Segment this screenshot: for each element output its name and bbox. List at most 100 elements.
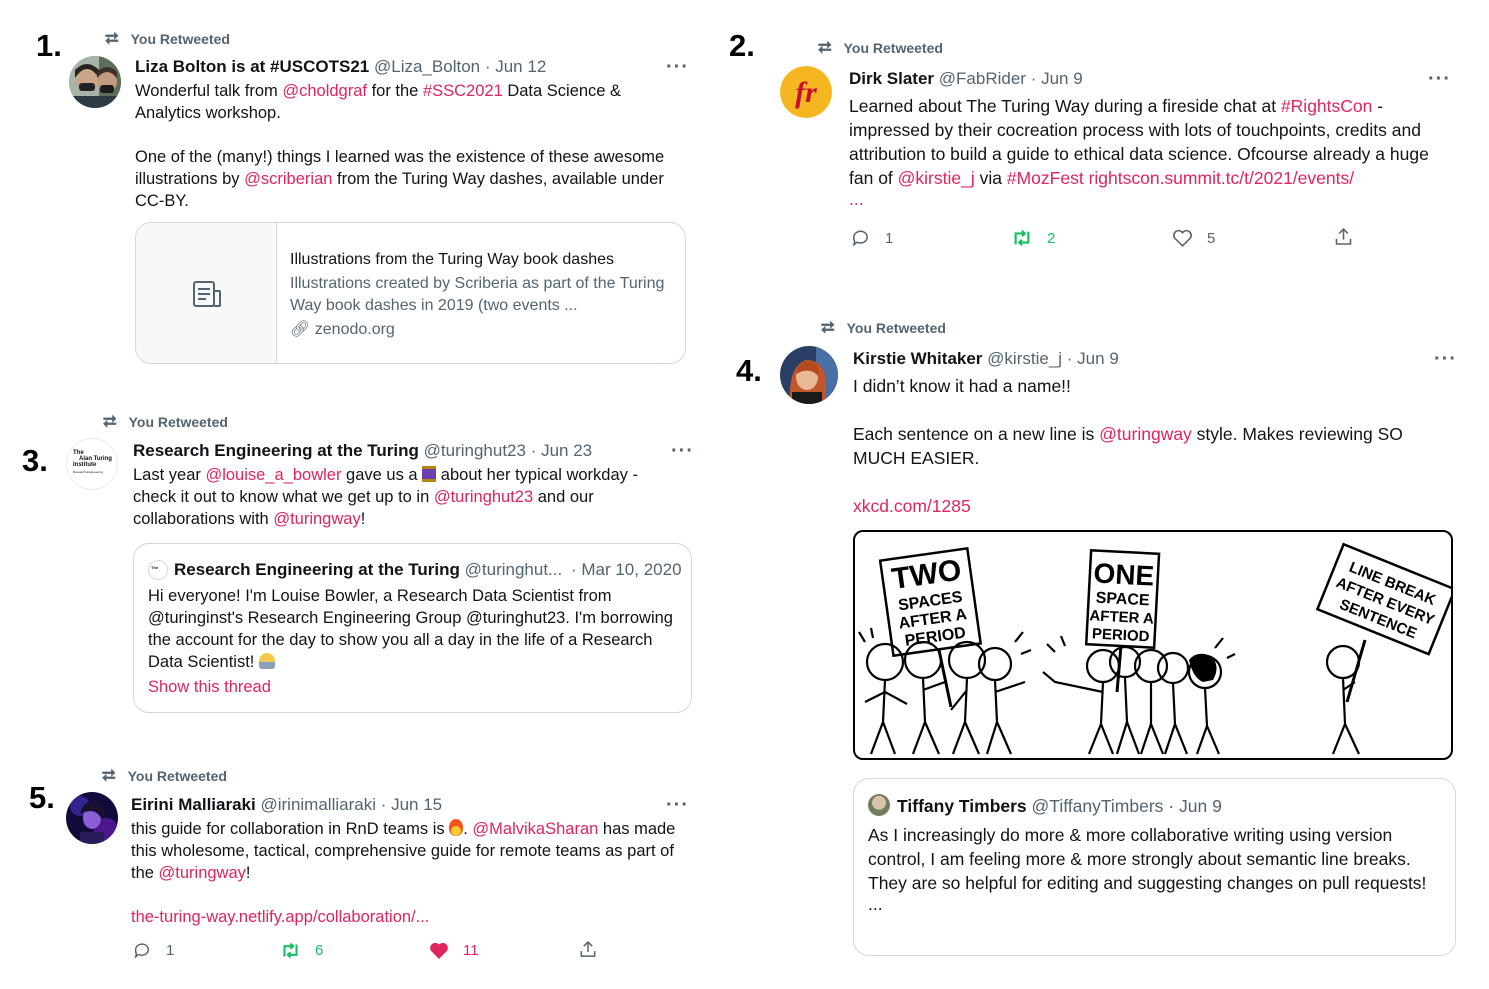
retweet-button[interactable]: 6 [280, 941, 323, 960]
more-options-icon[interactable]: ··· [1428, 68, 1451, 91]
author-name[interactable]: Eirini Malliaraki [131, 795, 256, 814]
technologist-emoji-icon [258, 653, 275, 669]
tweet-number-3: 3. [22, 443, 48, 478]
retweet-icon [283, 942, 298, 959]
comic-image[interactable]: TWO SPACES AFTER A PERIOD ONE SPACE AFTE… [853, 530, 1453, 760]
tweet-text: Last year @louise_a_bowler gave us a abo… [133, 466, 638, 528]
link-card[interactable]: Illustrations from the Turing Way book d… [135, 222, 686, 364]
mention-link[interactable]: @choldgraf [282, 82, 367, 100]
quoted-author-name: Research Engineering at the Turing [174, 560, 460, 579]
avatar-logo: fr [780, 66, 832, 118]
mention-link[interactable]: @scriberian [244, 170, 332, 188]
quoted-header: Research Engineering at the Turing @turi… [174, 560, 682, 580]
quoted-header: Tiffany Timbers @TiffanyTimbers · Jun 9 [897, 796, 1222, 817]
quoted-tweet[interactable]: The Research Engineering at the Turing @… [133, 543, 692, 713]
author-name[interactable]: Dirk Slater [849, 69, 934, 88]
author-handle[interactable]: @Liza_Bolton [374, 57, 480, 76]
author-name[interactable]: Research Engineering at the Turing [133, 441, 419, 460]
author-handle[interactable]: @turinghut23 [424, 441, 526, 460]
reply-count: 1 [166, 942, 175, 959]
like-count: 5 [1207, 229, 1216, 247]
tweet-text: Learned about The Turing Way during a fi… [849, 94, 1454, 208]
author-handle[interactable]: @irinimalliaraki [260, 795, 376, 814]
retweet-context-label: You Retweeted [130, 31, 230, 47]
author-name[interactable]: Kirstie Whitaker [853, 349, 982, 368]
reply-count: 1 [885, 229, 894, 247]
show-thread-link[interactable]: Show this thread [148, 678, 271, 697]
reply-button[interactable]: 1 [132, 941, 174, 960]
avatar-photo [780, 346, 838, 404]
link-card-content: Illustrations from the Turing Way book d… [290, 249, 678, 341]
quoted-date: · Jun 9 [1168, 796, 1222, 816]
share-icon [580, 940, 596, 957]
retweet-context: ⮂ You Retweeted [821, 318, 946, 338]
hashtag-link[interactable]: #MozFest [1007, 168, 1084, 188]
more-options-icon[interactable]: ··· [671, 440, 694, 463]
xkcd-comic: TWO SPACES AFTER A PERIOD ONE SPACE AFTE… [858, 542, 1451, 755]
like-button[interactable]: 11 [429, 941, 479, 960]
quoted-author-name: Tiffany Timbers [897, 796, 1027, 816]
mention-link[interactable]: @turinghut23 [434, 488, 533, 506]
more-options-icon[interactable]: ··· [666, 56, 689, 79]
retweet-context: ⮂ You Retweeted [818, 38, 943, 58]
svg-text:fr: fr [795, 76, 817, 109]
url-link[interactable]: rightscon.summit.tc/t/2021/events/ [1089, 168, 1355, 188]
retweet-context-label: You Retweeted [127, 768, 227, 784]
share-button[interactable] [578, 939, 612, 960]
avatar[interactable] [780, 346, 838, 404]
tweet-text: I didn’t know it had a name!! Each sente… [853, 374, 1453, 518]
mention-link[interactable]: @kirstie_j [898, 168, 975, 188]
author-name[interactable]: Liza Bolton is at #USCOTS21 [135, 57, 369, 76]
svg-text:ONE: ONE [1093, 557, 1155, 591]
tweet-number-4: 4. [736, 353, 762, 388]
retweet-icon [1014, 229, 1030, 247]
like-count: 11 [463, 942, 479, 959]
mention-link[interactable]: @turingway [1099, 424, 1192, 444]
tweet-header: Liza Bolton is at #USCOTS21 @Liza_Bolton… [135, 57, 546, 77]
link-card-domain: 🔗︎ zenodo.org [290, 321, 395, 338]
more-options-icon[interactable]: ··· [1434, 348, 1457, 371]
tweet-text: this guide for collaboration in RnD team… [131, 818, 691, 928]
like-button[interactable]: 5 [1172, 228, 1215, 248]
tweet-date[interactable]: · Jun 9 [1067, 349, 1119, 368]
tweet-date[interactable]: · Jun 12 [485, 57, 546, 76]
svg-text:AFTER A: AFTER A [1089, 607, 1154, 627]
reply-button[interactable]: 1 [850, 228, 893, 248]
mention-link[interactable]: @turingway [273, 510, 360, 528]
more-options-icon[interactable]: ··· [666, 794, 689, 817]
quoted-avatar [868, 794, 890, 816]
avatar-photo [66, 792, 118, 844]
tweet-date[interactable]: · Jun 15 [381, 795, 442, 814]
thread-emoji-icon [422, 466, 437, 482]
retweet-icon: ⮂ [818, 38, 832, 57]
mention-link[interactable]: @MalvikaSharan [472, 820, 598, 838]
avatar[interactable] [69, 56, 121, 108]
retweet-context: ⮂ You Retweeted [105, 29, 230, 49]
truncation-ellipsis[interactable]: ... [849, 190, 1454, 208]
tweet-date[interactable]: · Jun 23 [531, 441, 592, 460]
tweet-date[interactable]: · Jun 9 [1031, 69, 1083, 88]
mention-link[interactable]: @louise_a_bowler [205, 466, 341, 484]
quoted-author-handle: @TiffanyTimbers [1031, 796, 1164, 816]
retweet-context-label: You Retweeted [846, 320, 946, 336]
avatar[interactable] [66, 792, 118, 844]
author-handle[interactable]: @kirstie_j [987, 349, 1062, 368]
link-card-description: Illustrations created by Scriberia as pa… [290, 275, 665, 314]
hashtag-link[interactable]: #SSC2021 [423, 82, 503, 100]
heart-filled-icon [430, 942, 448, 959]
author-handle[interactable]: @FabRider [939, 69, 1026, 88]
tweet-header: Eirini Malliaraki @irinimalliaraki · Jun… [131, 795, 442, 815]
retweet-icon: ⮂ [105, 29, 119, 48]
retweet-count: 2 [1047, 229, 1056, 247]
url-link[interactable]: xkcd.com/1285 [853, 494, 1453, 518]
quoted-tweet[interactable]: Tiffany Timbers @TiffanyTimbers · Jun 9 … [853, 778, 1456, 956]
avatar[interactable]: The Alan Turing Institute Research Engin… [66, 438, 118, 490]
mention-link[interactable]: @turingway [159, 864, 246, 882]
hashtag-link[interactable]: #RightsCon [1281, 96, 1372, 116]
quoted-text: As I increasingly do more & more collabo… [868, 825, 1427, 914]
share-button[interactable] [1333, 226, 1368, 248]
url-link[interactable]: the-turing-way.netlify.app/collaboration… [131, 906, 691, 928]
retweet-context-label: You Retweeted [843, 40, 943, 56]
avatar[interactable]: fr [780, 66, 832, 118]
retweet-button[interactable]: 2 [1011, 228, 1055, 248]
